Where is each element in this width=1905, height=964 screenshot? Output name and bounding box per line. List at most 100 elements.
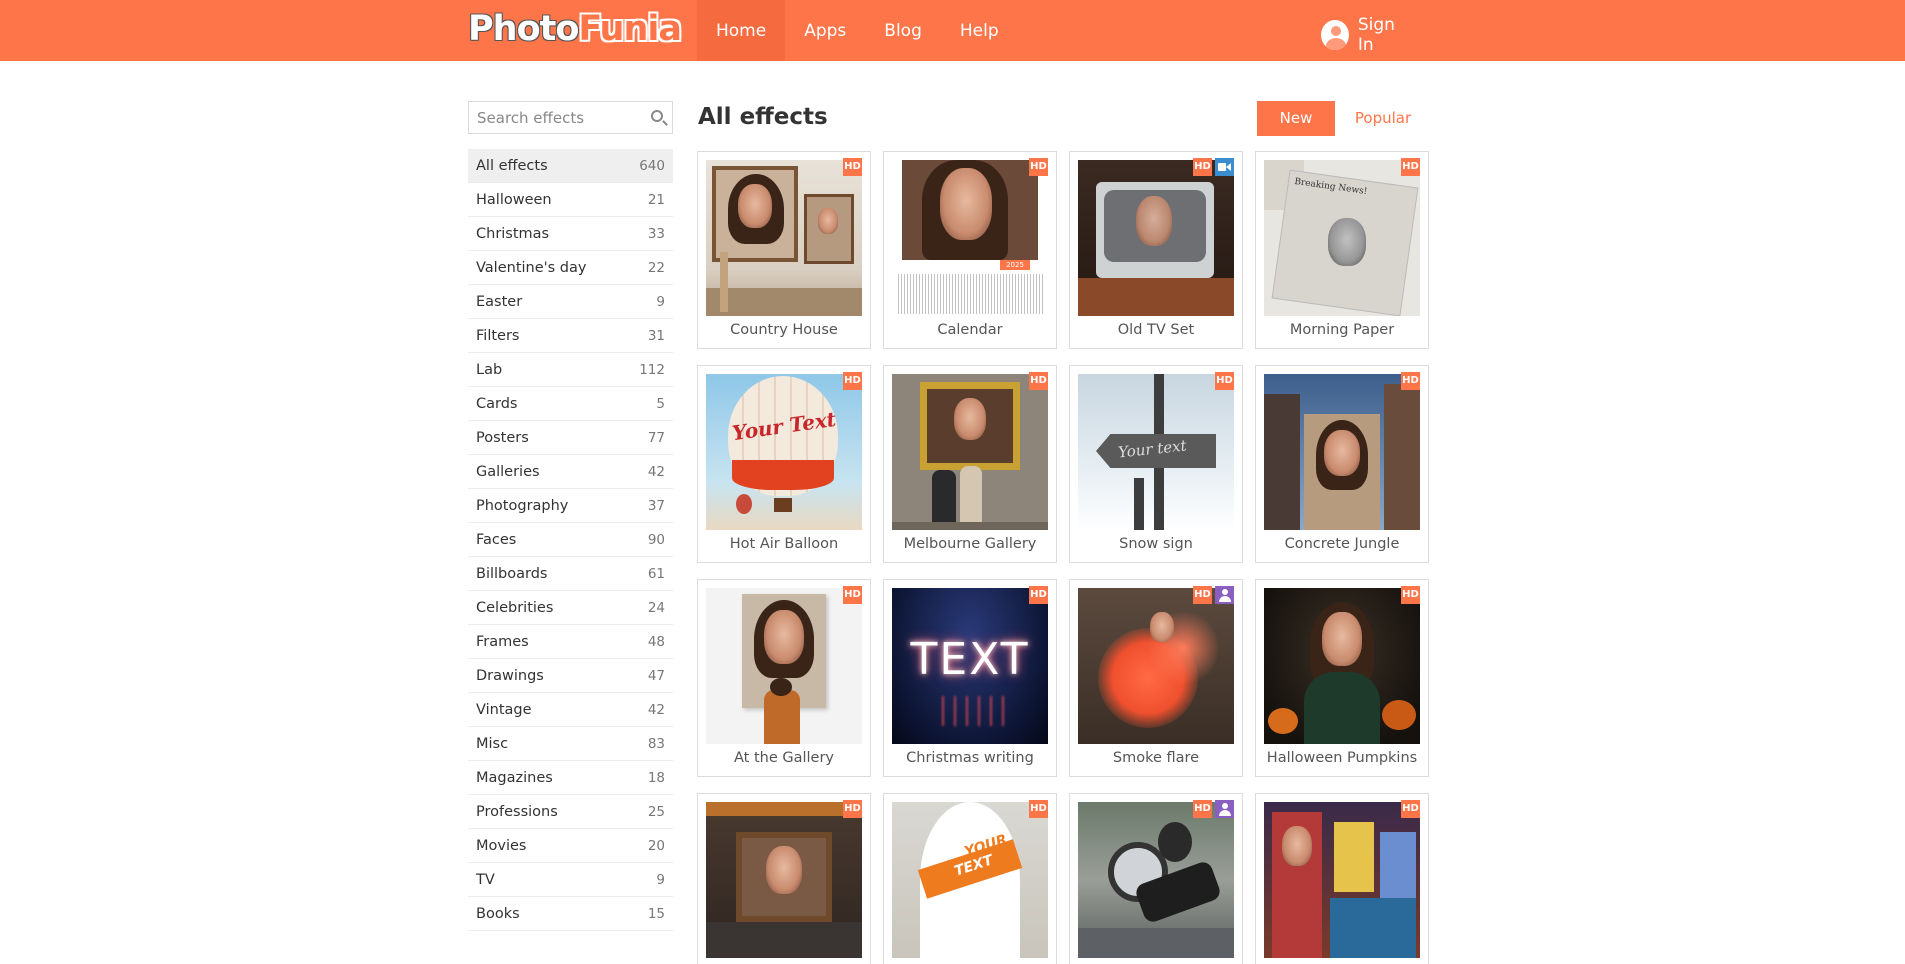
category-filters[interactable]: Filters 31 bbox=[468, 319, 673, 353]
category-count: 31 bbox=[647, 327, 665, 344]
page-title: All effects bbox=[698, 104, 828, 130]
category-valentines-day[interactable]: Valentine's day 22 bbox=[468, 251, 673, 285]
effect-card-halloween-pumpkins[interactable]: HD Halloween Pumpkins bbox=[1255, 579, 1429, 777]
effect-thumbnail[interactable] bbox=[1078, 802, 1234, 958]
effect-thumbnail[interactable] bbox=[706, 802, 862, 958]
effect-label[interactable]: Morning Paper bbox=[1256, 322, 1428, 338]
nav-help[interactable]: Help bbox=[941, 0, 1018, 61]
category-all-effects[interactable]: All effects 640 bbox=[468, 149, 673, 183]
effect-thumbnail[interactable]: Your text bbox=[1078, 374, 1234, 530]
nav-blog[interactable]: Blog bbox=[865, 0, 941, 61]
category-professions[interactable]: Professions 25 bbox=[468, 795, 673, 829]
effect-card-concrete-jungle[interactable]: HD Concrete Jungle bbox=[1255, 365, 1429, 563]
category-drawings[interactable]: Drawings 47 bbox=[468, 659, 673, 693]
effect-thumbnail[interactable] bbox=[1264, 374, 1420, 530]
effect-card-at-the-gallery[interactable]: HD At the Gallery bbox=[697, 579, 871, 777]
christmas-text: TEXT bbox=[910, 634, 1030, 685]
effect-label[interactable]: Hot Air Balloon bbox=[698, 536, 870, 552]
effect-card-country-house[interactable]: HD Country House bbox=[697, 151, 871, 349]
nav-apps[interactable]: Apps bbox=[785, 0, 865, 61]
category-faces[interactable]: Faces 90 bbox=[468, 523, 673, 557]
effect-label[interactable]: Smoke flare bbox=[1070, 750, 1242, 766]
effect-card-christmas-writing[interactable]: TEXT HD Christmas writing bbox=[883, 579, 1057, 777]
effect-thumbnail[interactable] bbox=[892, 374, 1048, 530]
effect-thumbnail[interactable] bbox=[706, 160, 862, 316]
effect-label[interactable]: Country House bbox=[698, 322, 870, 338]
category-label: Cards bbox=[476, 395, 518, 412]
effect-card-row4-1[interactable]: HD bbox=[697, 793, 871, 964]
effect-label[interactable]: Old TV Set bbox=[1070, 322, 1242, 338]
category-magazines[interactable]: Magazines 18 bbox=[468, 761, 673, 795]
effect-label[interactable]: Snow sign bbox=[1070, 536, 1242, 552]
effect-card-calendar[interactable]: 2025 HD Calendar bbox=[883, 151, 1057, 349]
effect-card-smoke-flare[interactable]: HD Smoke flare bbox=[1069, 579, 1243, 777]
logo-part-photo: Photo bbox=[467, 8, 580, 50]
category-label: TV bbox=[476, 871, 495, 888]
effect-thumbnail[interactable]: YOUR TEXT bbox=[892, 802, 1048, 958]
effect-card-snow-sign[interactable]: Your text HD Snow sign bbox=[1069, 365, 1243, 563]
effect-thumbnail[interactable]: 2025 bbox=[892, 160, 1048, 316]
sign-in-button[interactable]: Sign In bbox=[1321, 15, 1412, 55]
category-frames[interactable]: Frames 48 bbox=[468, 625, 673, 659]
hd-badge: HD bbox=[1215, 372, 1234, 390]
effect-label[interactable]: At the Gallery bbox=[698, 750, 870, 766]
category-celebrities[interactable]: Celebrities 24 bbox=[468, 591, 673, 625]
sort-popular-button[interactable]: Popular bbox=[1346, 101, 1420, 136]
effect-label[interactable]: Concrete Jungle bbox=[1256, 536, 1428, 552]
category-count: 42 bbox=[647, 463, 665, 480]
category-posters[interactable]: Posters 77 bbox=[468, 421, 673, 455]
effect-card-hot-air-balloon[interactable]: Your Text HD Hot Air Balloon bbox=[697, 365, 871, 563]
effect-label[interactable]: Calendar bbox=[884, 322, 1056, 338]
hd-badge: HD bbox=[1029, 158, 1048, 176]
effect-thumbnail[interactable] bbox=[1264, 588, 1420, 744]
video-icon bbox=[1215, 158, 1234, 176]
category-christmas[interactable]: Christmas 33 bbox=[468, 217, 673, 251]
category-label: Books bbox=[476, 905, 520, 922]
effect-thumbnail[interactable]: Your Text bbox=[706, 374, 862, 530]
category-halloween[interactable]: Halloween 21 bbox=[468, 183, 673, 217]
effect-label[interactable]: Halloween Pumpkins bbox=[1256, 750, 1428, 766]
effect-thumbnail[interactable] bbox=[706, 588, 862, 744]
effect-card-row4-2[interactable]: YOUR TEXT HD bbox=[883, 793, 1057, 964]
photofunia-logo[interactable]: Photo Funia bbox=[467, 8, 682, 50]
hd-badge: HD bbox=[1193, 586, 1212, 604]
hd-badge: HD bbox=[1401, 586, 1420, 604]
category-label: Posters bbox=[476, 429, 529, 446]
effect-card-melbourne-gallery[interactable]: HD Melbourne Gallery bbox=[883, 365, 1057, 563]
category-movies[interactable]: Movies 20 bbox=[468, 829, 673, 863]
effect-label[interactable]: Christmas writing bbox=[884, 750, 1056, 766]
effect-thumbnail[interactable]: Breaking News! bbox=[1264, 160, 1420, 316]
sort-new-button[interactable]: New bbox=[1257, 101, 1335, 136]
hd-badge: HD bbox=[1401, 800, 1420, 818]
effect-thumbnail[interactable] bbox=[1078, 588, 1234, 744]
category-books[interactable]: Books 15 bbox=[468, 897, 673, 931]
effect-label[interactable]: Melbourne Gallery bbox=[884, 536, 1056, 552]
category-label: Filters bbox=[476, 327, 520, 344]
category-vintage[interactable]: Vintage 42 bbox=[468, 693, 673, 727]
category-label: Lab bbox=[476, 361, 503, 378]
category-billboards[interactable]: Billboards 61 bbox=[468, 557, 673, 591]
effect-thumbnail[interactable] bbox=[1078, 160, 1234, 316]
effect-card-row4-3[interactable]: HD bbox=[1069, 793, 1243, 964]
effect-thumbnail[interactable] bbox=[1264, 802, 1420, 958]
category-easter[interactable]: Easter 9 bbox=[468, 285, 673, 319]
category-tv[interactable]: TV 9 bbox=[468, 863, 673, 897]
category-cards[interactable]: Cards 5 bbox=[468, 387, 673, 421]
category-count: 18 bbox=[647, 769, 665, 786]
category-count: 5 bbox=[656, 395, 665, 412]
effect-thumbnail[interactable]: TEXT bbox=[892, 588, 1048, 744]
category-misc[interactable]: Misc 83 bbox=[468, 727, 673, 761]
category-galleries[interactable]: Galleries 42 bbox=[468, 455, 673, 489]
category-photography[interactable]: Photography 37 bbox=[468, 489, 673, 523]
category-count: 640 bbox=[639, 157, 665, 174]
search-icon[interactable] bbox=[651, 110, 663, 122]
logo-part-funia: Funia bbox=[578, 9, 682, 49]
effect-card-morning-paper[interactable]: Breaking News! HD Morning Paper bbox=[1255, 151, 1429, 349]
effect-card-old-tv-set[interactable]: HD Old TV Set bbox=[1069, 151, 1243, 349]
search-input[interactable] bbox=[469, 102, 639, 133]
category-lab[interactable]: Lab 112 bbox=[468, 353, 673, 387]
effect-card-row4-4[interactable]: HD bbox=[1255, 793, 1429, 964]
category-count: 61 bbox=[647, 565, 665, 582]
category-label: Halloween bbox=[476, 191, 552, 208]
nav-home[interactable]: Home bbox=[697, 0, 786, 61]
